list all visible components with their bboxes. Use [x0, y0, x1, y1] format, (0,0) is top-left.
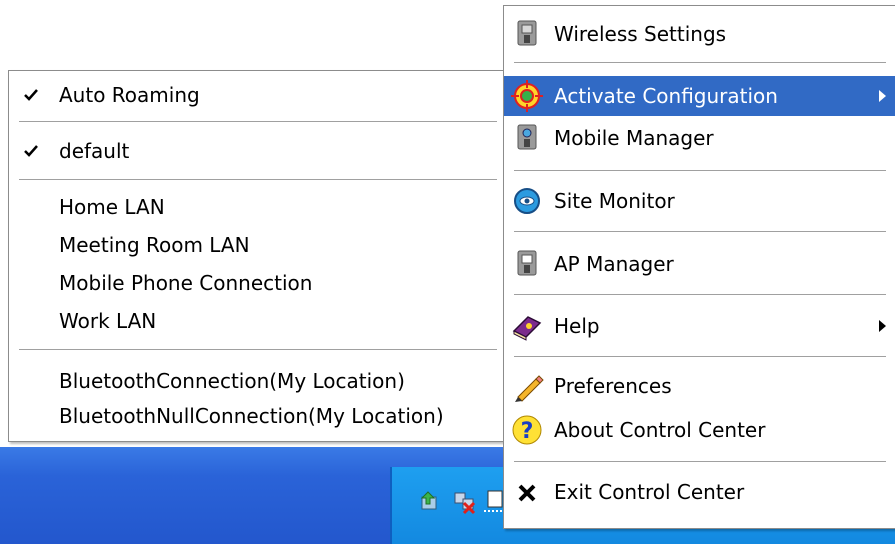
network-tray-icon[interactable]: [420, 489, 446, 515]
menu-item-site-monitor[interactable]: Site Monitor: [504, 181, 895, 221]
menu-separator: [514, 62, 886, 63]
menu-item-bluetooth-connection[interactable]: BluetoothConnection(My Location): [9, 361, 507, 401]
menu-item-label: BluetoothNullConnection(My Location): [59, 404, 444, 428]
svg-text:?: ?: [521, 419, 534, 444]
menu-item-label: Exit Control Center: [554, 480, 745, 504]
menu-separator: [514, 461, 886, 462]
menu-item-default[interactable]: default: [9, 131, 507, 171]
menu-item-mobile-manager[interactable]: Mobile Manager: [504, 118, 895, 158]
close-icon: [518, 484, 536, 502]
menu-item-meeting-room-lan[interactable]: Meeting Room LAN: [9, 225, 507, 265]
menu-item-label: Home LAN: [59, 195, 165, 219]
submenu-arrow-icon: [879, 320, 886, 332]
submenu-arrow-icon: [879, 90, 886, 102]
menu-item-work-lan[interactable]: Work LAN: [9, 301, 507, 341]
menu-item-label: Activate Configuration: [554, 84, 778, 108]
menu-item-label: Mobile Phone Connection: [59, 271, 313, 295]
menu-item-label: Preferences: [554, 374, 672, 398]
menu-separator: [19, 179, 497, 180]
menu-item-help[interactable]: Help: [504, 306, 895, 346]
target-icon: [511, 80, 543, 112]
question-icon: ?: [512, 415, 542, 445]
menu-separator: [514, 294, 886, 295]
menu-item-label: Work LAN: [59, 309, 157, 333]
menu-item-ap-manager[interactable]: AP Manager: [504, 244, 895, 284]
menu-item-label: Meeting Room LAN: [59, 233, 250, 257]
site-monitor-icon: [514, 188, 540, 214]
menu-item-label: About Control Center: [554, 418, 766, 442]
menu-item-auto-roaming[interactable]: Auto Roaming: [9, 75, 507, 115]
pencil-icon: [515, 375, 544, 402]
menu-item-home-lan[interactable]: Home LAN: [9, 187, 507, 227]
check-icon: [24, 145, 38, 157]
mobile-manager-icon: [517, 124, 537, 150]
menu-item-label: Wireless Settings: [554, 22, 727, 46]
activate-configuration-submenu: Auto Roaming default Home LAN Meeting Ro…: [8, 70, 508, 442]
menu-item-preferences[interactable]: Preferences: [504, 366, 895, 406]
check-icon: [24, 89, 38, 101]
help-book-icon: [512, 316, 542, 341]
menu-item-bluetooth-null-connection[interactable]: BluetoothNullConnection(My Location): [9, 396, 507, 436]
menu-item-label: default: [59, 139, 130, 163]
menu-item-wireless-settings[interactable]: Wireless Settings: [504, 14, 895, 54]
menu-item-label: Mobile Manager: [554, 126, 714, 150]
menu-separator: [19, 121, 497, 122]
menu-item-activate-configuration[interactable]: Activate Configuration: [504, 76, 895, 116]
menu-item-label: Auto Roaming: [59, 83, 200, 107]
menu-item-label: Site Monitor: [554, 189, 675, 213]
menu-separator: [514, 231, 886, 232]
menu-item-label: Help: [554, 314, 600, 338]
menu-separator: [514, 170, 886, 171]
network-disconnected-icon[interactable]: [452, 489, 478, 515]
menu-separator: [514, 356, 886, 357]
menu-item-label: AP Manager: [554, 252, 674, 276]
menu-separator: [19, 349, 497, 350]
menu-item-about-control-center[interactable]: ? About Control Center: [504, 410, 895, 450]
menu-item-exit-control-center[interactable]: Exit Control Center: [504, 472, 895, 512]
menu-item-label: BluetoothConnection(My Location): [59, 369, 405, 393]
wireless-settings-icon: [517, 20, 537, 46]
control-center-context-menu: Wireless Settings Activate Configuration…: [503, 5, 895, 529]
ap-manager-icon: [517, 250, 537, 276]
menu-item-mobile-phone-connection[interactable]: Mobile Phone Connection: [9, 263, 507, 303]
